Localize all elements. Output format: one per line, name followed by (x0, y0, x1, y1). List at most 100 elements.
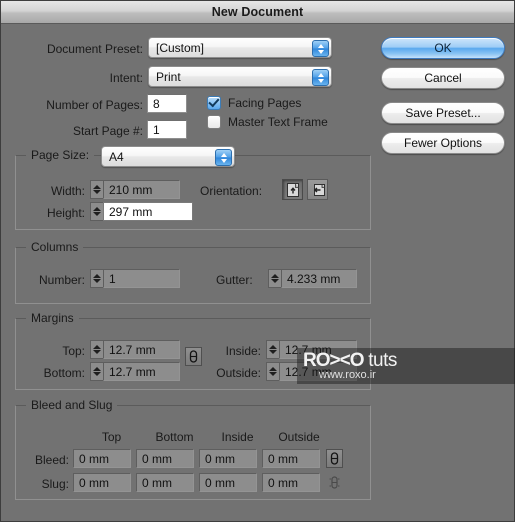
bleed-col-header-top: Top (101, 430, 122, 444)
margin-inside-input[interactable]: 12.7 mm (279, 340, 357, 359)
height-stepper[interactable] (90, 202, 103, 221)
margin-top-value: 12.7 mm (109, 342, 156, 357)
bleed-top-input[interactable]: 0 mm (73, 449, 131, 468)
bleed-bottom-value: 0 mm (142, 451, 172, 466)
orientation-landscape-icon[interactable] (307, 179, 328, 200)
slug-bottom-input[interactable]: 0 mm (136, 473, 194, 492)
margin-outside-input[interactable]: 12.7 mm (279, 362, 357, 381)
margin-outside-stepper-field[interactable]: 12.7 mm (266, 362, 357, 381)
slug-top-input[interactable]: 0 mm (73, 473, 131, 492)
save-preset-button[interactable]: Save Preset... (381, 102, 505, 124)
columns-number-input[interactable]: 1 (103, 269, 180, 288)
start-page-value: 1 (153, 122, 160, 137)
columns-number-value: 1 (109, 271, 116, 286)
margin-bottom-stepper[interactable] (90, 362, 103, 381)
bleed-row-label: Bleed: (34, 453, 69, 467)
save-preset-button-label: Save Preset... (405, 106, 481, 120)
number-of-pages-input[interactable]: 8 (147, 94, 187, 113)
dialog-title: New Document (211, 5, 304, 19)
margin-bottom-label: Bottom: (43, 366, 85, 380)
number-of-pages-value: 8 (153, 96, 160, 111)
bleed-top-value: 0 mm (79, 451, 109, 466)
number-of-pages-label: Number of Pages: (46, 98, 143, 112)
gutter-stepper-field[interactable]: 4.233 mm (268, 269, 357, 288)
slug-inside-input[interactable]: 0 mm (199, 473, 257, 492)
facing-pages-checkbox[interactable] (207, 96, 221, 110)
margin-bottom-stepper-field[interactable]: 12.7 mm (90, 362, 180, 381)
height-input[interactable]: 297 mm (103, 202, 193, 221)
bleed-inside-input[interactable]: 0 mm (199, 449, 257, 468)
cancel-button[interactable]: Cancel (381, 67, 505, 89)
height-stepper-field[interactable]: 297 mm (90, 202, 193, 221)
margin-inside-stepper[interactable] (266, 340, 279, 359)
margin-outside-label: Outside: (216, 366, 261, 380)
width-value: 210 mm (109, 182, 153, 197)
bleed-inside-value: 0 mm (205, 451, 235, 466)
start-page-input[interactable]: 1 (147, 120, 187, 139)
gutter-stepper[interactable] (268, 269, 281, 288)
document-preset-label: Document Preset: (46, 42, 143, 56)
orientation-portrait-icon[interactable] (282, 179, 303, 200)
margin-top-label: Top: (62, 344, 85, 358)
start-page-label: Start Page #: (72, 124, 143, 138)
dialog-titlebar: New Document (1, 1, 514, 24)
bleed-and-slug-group-title: Bleed and Slug (26, 398, 118, 412)
chevron-updown-icon (215, 149, 232, 166)
facing-pages-checkbox-row[interactable]: Facing Pages (207, 96, 301, 110)
margin-outside-stepper[interactable] (266, 362, 279, 381)
intent-select[interactable]: Print (148, 66, 332, 87)
width-input[interactable]: 210 mm (103, 180, 180, 199)
chevron-updown-icon (312, 40, 329, 57)
master-text-frame-label: Master Text Frame (228, 115, 328, 129)
document-preset-select[interactable]: [Custom] (148, 37, 332, 58)
width-label: Width: (50, 184, 85, 198)
margin-bottom-input[interactable]: 12.7 mm (103, 362, 180, 381)
document-preset-value: [Custom] (156, 40, 205, 55)
fewer-options-button-label: Fewer Options (403, 136, 483, 150)
bleed-outside-value: 0 mm (268, 451, 298, 466)
cancel-button-label: Cancel (424, 71, 462, 85)
columns-number-stepper[interactable] (90, 269, 103, 288)
master-text-frame-checkbox-row[interactable]: Master Text Frame (207, 115, 328, 129)
slug-outside-value: 0 mm (268, 475, 298, 490)
chevron-updown-icon (312, 69, 329, 86)
margin-bottom-value: 12.7 mm (109, 364, 156, 379)
margins-link-chain-icon[interactable] (185, 347, 202, 366)
orientation-buttons (282, 179, 328, 200)
new-document-dialog: New Document OK Cancel Save Preset... Fe… (0, 0, 515, 522)
margin-top-input[interactable]: 12.7 mm (103, 340, 180, 359)
bleed-link-chain-icon[interactable] (326, 449, 343, 468)
intent-value: Print (156, 69, 181, 84)
bleed-col-header-bottom: Bottom (155, 430, 194, 444)
slug-bottom-value: 0 mm (142, 475, 172, 490)
bleed-outside-input[interactable]: 0 mm (262, 449, 320, 468)
columns-number-stepper-field[interactable]: 1 (90, 269, 180, 288)
intent-label: Intent: (109, 71, 143, 85)
margin-inside-value: 12.7 mm (285, 342, 332, 357)
slug-row-label: Slug: (41, 477, 69, 491)
slug-link-chain-icon-disabled[interactable] (326, 473, 343, 492)
facing-pages-label: Facing Pages (228, 96, 302, 110)
master-text-frame-checkbox[interactable] (207, 115, 221, 129)
margins-group-title: Margins (26, 311, 79, 325)
slug-top-value: 0 mm (79, 475, 109, 490)
slug-outside-input[interactable]: 0 mm (262, 473, 320, 492)
margin-top-stepper-field[interactable]: 12.7 mm (90, 340, 180, 359)
width-stepper-field[interactable]: 210 mm (90, 180, 180, 199)
margin-inside-stepper-field[interactable]: 12.7 mm (266, 340, 357, 359)
gutter-input[interactable]: 4.233 mm (281, 269, 357, 288)
fewer-options-button[interactable]: Fewer Options (381, 132, 505, 154)
bleed-col-header-outside: Outside (278, 430, 320, 444)
bleed-bottom-input[interactable]: 0 mm (136, 449, 194, 468)
page-size-select[interactable]: A4 (101, 146, 235, 167)
ok-button[interactable]: OK (381, 37, 505, 59)
page-size-label: Page Size: (26, 148, 95, 162)
width-stepper[interactable] (90, 180, 103, 199)
bleed-col-header-inside: Inside (221, 430, 254, 444)
gutter-label: Gutter: (216, 273, 253, 287)
columns-group-title: Columns (26, 240, 84, 254)
columns-number-label: Number: (38, 273, 85, 287)
height-value: 297 mm (109, 204, 153, 219)
height-label: Height: (46, 206, 85, 220)
margin-top-stepper[interactable] (90, 340, 103, 359)
